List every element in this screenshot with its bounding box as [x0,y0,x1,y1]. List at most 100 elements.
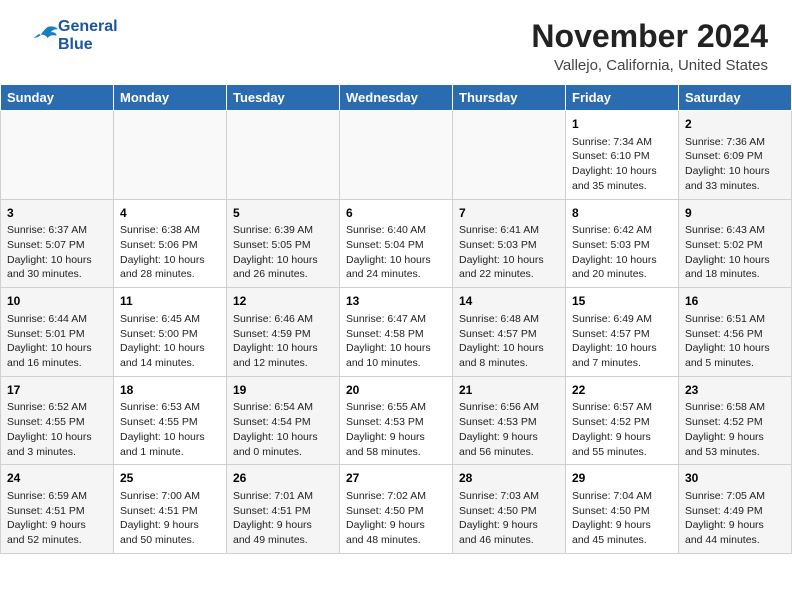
table-row [227,111,340,200]
day-info: Sunrise: 6:59 AM [7,489,107,504]
day-info: Sunset: 4:51 PM [7,504,107,519]
logo-bird-icon [26,24,58,48]
day-info: Daylight: 10 hours [233,430,333,445]
day-number: 24 [7,470,107,487]
page-title: November 2024 [24,18,768,55]
day-info: Sunrise: 7:04 AM [572,489,672,504]
day-info: Sunset: 5:07 PM [7,238,107,253]
day-info: Daylight: 10 hours [233,341,333,356]
day-number: 1 [572,116,672,133]
day-info: Sunrise: 6:53 AM [120,400,220,415]
day-info: Sunrise: 6:38 AM [120,223,220,238]
day-number: 26 [233,470,333,487]
day-number: 17 [7,382,107,399]
day-info: Sunrise: 7:36 AM [685,135,785,150]
day-info: Sunset: 4:52 PM [572,415,672,430]
day-number: 5 [233,205,333,222]
day-number: 8 [572,205,672,222]
day-info: Sunrise: 6:47 AM [346,312,446,327]
day-number: 30 [685,470,785,487]
table-row: 23Sunrise: 6:58 AMSunset: 4:52 PMDayligh… [679,376,792,465]
day-info: Daylight: 10 hours [685,253,785,268]
day-info: and 20 minutes. [572,267,672,282]
day-info: Sunset: 6:10 PM [572,149,672,164]
day-info: and 7 minutes. [572,356,672,371]
day-info: and 58 minutes. [346,445,446,460]
day-info: Sunset: 4:58 PM [346,327,446,342]
day-info: and 24 minutes. [346,267,446,282]
day-number: 11 [120,293,220,310]
table-row: 24Sunrise: 6:59 AMSunset: 4:51 PMDayligh… [1,465,114,554]
day-info: and 1 minute. [120,445,220,460]
day-info: Sunrise: 7:03 AM [459,489,559,504]
day-number: 14 [459,293,559,310]
col-header-monday: Monday [114,85,227,111]
day-info: Sunset: 4:56 PM [685,327,785,342]
day-number: 10 [7,293,107,310]
day-info: and 56 minutes. [459,445,559,460]
col-header-thursday: Thursday [453,85,566,111]
day-info: Sunrise: 6:42 AM [572,223,672,238]
day-info: Daylight: 9 hours [459,518,559,533]
day-info: Daylight: 9 hours [120,518,220,533]
day-info: Sunset: 4:51 PM [233,504,333,519]
day-info: Sunset: 4:57 PM [459,327,559,342]
day-info: Daylight: 10 hours [233,253,333,268]
day-info: and 10 minutes. [346,356,446,371]
day-info: Daylight: 10 hours [7,253,107,268]
day-info: Sunrise: 7:01 AM [233,489,333,504]
day-info: Sunset: 5:00 PM [120,327,220,342]
day-info: Daylight: 10 hours [572,164,672,179]
table-row: 26Sunrise: 7:01 AMSunset: 4:51 PMDayligh… [227,465,340,554]
day-info: and 45 minutes. [572,533,672,548]
day-info: Sunset: 6:09 PM [685,149,785,164]
day-info: Sunset: 4:57 PM [572,327,672,342]
day-info: Sunrise: 6:52 AM [7,400,107,415]
day-info: Sunrise: 7:05 AM [685,489,785,504]
table-row: 21Sunrise: 6:56 AMSunset: 4:53 PMDayligh… [453,376,566,465]
day-info: Daylight: 10 hours [459,341,559,356]
table-row: 27Sunrise: 7:02 AMSunset: 4:50 PMDayligh… [340,465,453,554]
table-row: 29Sunrise: 7:04 AMSunset: 4:50 PMDayligh… [566,465,679,554]
day-info: and 49 minutes. [233,533,333,548]
table-row: 18Sunrise: 6:53 AMSunset: 4:55 PMDayligh… [114,376,227,465]
col-header-wednesday: Wednesday [340,85,453,111]
day-info: and 55 minutes. [572,445,672,460]
table-row: 25Sunrise: 7:00 AMSunset: 4:51 PMDayligh… [114,465,227,554]
day-info: Sunrise: 6:39 AM [233,223,333,238]
day-number: 3 [7,205,107,222]
col-header-saturday: Saturday [679,85,792,111]
day-info: and 14 minutes. [120,356,220,371]
table-row: 9Sunrise: 6:43 AMSunset: 5:02 PMDaylight… [679,199,792,288]
day-info: Sunrise: 6:48 AM [459,312,559,327]
day-info: and 46 minutes. [459,533,559,548]
day-number: 25 [120,470,220,487]
day-info: Daylight: 10 hours [346,341,446,356]
day-info: Daylight: 10 hours [120,253,220,268]
calendar-week-5: 24Sunrise: 6:59 AMSunset: 4:51 PMDayligh… [1,465,792,554]
day-info: Daylight: 10 hours [7,341,107,356]
table-row: 16Sunrise: 6:51 AMSunset: 4:56 PMDayligh… [679,288,792,377]
table-row [340,111,453,200]
day-number: 6 [346,205,446,222]
day-info: Daylight: 10 hours [572,253,672,268]
day-info: Sunset: 5:03 PM [459,238,559,253]
day-number: 12 [233,293,333,310]
table-row: 19Sunrise: 6:54 AMSunset: 4:54 PMDayligh… [227,376,340,465]
table-row: 20Sunrise: 6:55 AMSunset: 4:53 PMDayligh… [340,376,453,465]
day-info: Sunrise: 6:41 AM [459,223,559,238]
day-number: 2 [685,116,785,133]
table-row: 11Sunrise: 6:45 AMSunset: 5:00 PMDayligh… [114,288,227,377]
day-info: Daylight: 10 hours [120,430,220,445]
day-info: and 28 minutes. [120,267,220,282]
day-info: Sunset: 5:01 PM [7,327,107,342]
day-info: Sunset: 4:53 PM [346,415,446,430]
table-row: 1Sunrise: 7:34 AMSunset: 6:10 PMDaylight… [566,111,679,200]
day-info: Sunset: 4:50 PM [459,504,559,519]
day-info: Sunrise: 6:51 AM [685,312,785,327]
day-info: and 16 minutes. [7,356,107,371]
page-header: November 2024 Vallejo, California, Unite… [0,0,792,78]
day-info: Sunset: 4:54 PM [233,415,333,430]
day-info: Sunrise: 6:55 AM [346,400,446,415]
page-subtitle: Vallejo, California, United States [24,57,768,74]
